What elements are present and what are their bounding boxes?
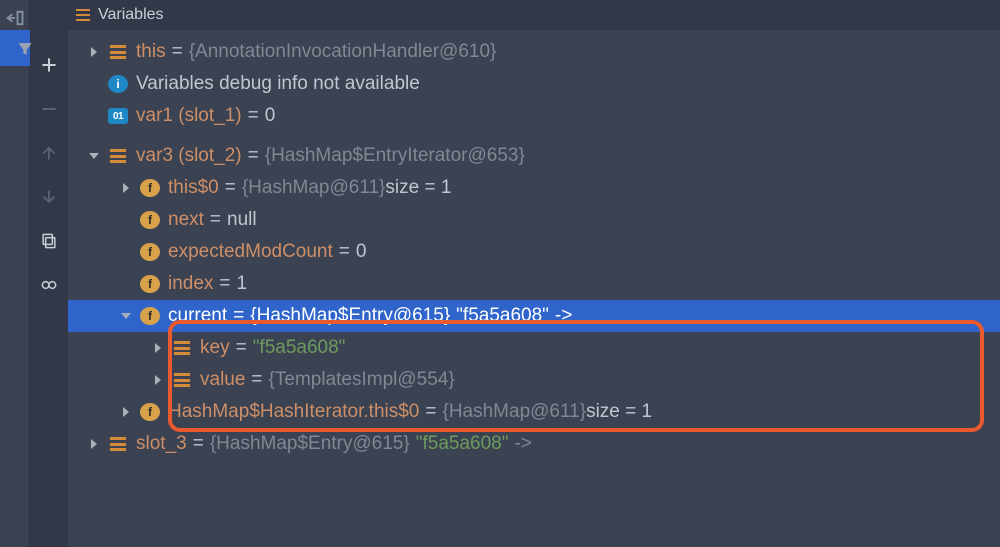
object-icon: [172, 370, 192, 390]
object-icon: [172, 338, 192, 358]
tree-row-this0[interactable]: f this$0 = {HashMap@611} size = 1: [68, 172, 1000, 204]
var-name: this$0: [168, 177, 219, 199]
move-up-button[interactable]: [36, 140, 62, 166]
object-icon: [108, 434, 128, 454]
variables-tree[interactable]: this = {AnnotationInvocationHandler@610}…: [68, 30, 1000, 547]
var-name: value: [200, 369, 245, 391]
expand-toggle[interactable]: [86, 148, 102, 164]
field-icon: f: [140, 179, 160, 197]
move-down-button[interactable]: [36, 184, 62, 210]
var-suffix: size = 1: [586, 401, 652, 423]
var-value: {HashMap$EntryIterator@653}: [265, 145, 525, 167]
var-value: {HashMap@611}: [442, 401, 586, 423]
field-icon: f: [140, 403, 160, 421]
var-name: this: [136, 41, 166, 63]
var-name: HashMap$HashIterator.this$0: [168, 401, 419, 423]
tree-row-key[interactable]: key = "f5a5a608": [68, 332, 1000, 364]
restore-layout-icon[interactable]: [5, 8, 25, 28]
tree-row-current[interactable]: f current = {HashMap$Entry@615} "f5a5a60…: [68, 300, 1000, 332]
var-name: expectedModCount: [168, 241, 333, 263]
tree-row-hhi[interactable]: f HashMap$HashIterator.this$0 = {HashMap…: [68, 396, 1000, 428]
tree-row-value[interactable]: value = {TemplatesImpl@554}: [68, 364, 1000, 396]
field-icon: f: [140, 211, 160, 229]
add-watch-button[interactable]: [36, 52, 62, 78]
tree-row-var1[interactable]: 01 var1 (slot_1) = 0: [68, 100, 1000, 132]
arrow-tail: ->: [514, 433, 531, 455]
var-value: {HashMap@611}: [242, 177, 386, 199]
object-icon: [108, 146, 128, 166]
panel-header: Variables: [68, 0, 1000, 30]
equals-sign: =: [172, 41, 183, 63]
filter-button[interactable]: [12, 36, 38, 62]
object-icon: [108, 42, 128, 62]
info-label: Variables debug info not available: [136, 73, 420, 95]
tree-row-index[interactable]: f index = 1: [68, 268, 1000, 300]
variables-panel-icon: [76, 9, 90, 21]
var-name: next: [168, 209, 204, 231]
tree-row-var3[interactable]: var3 (slot_2) = {HashMap$EntryIterator@6…: [68, 140, 1000, 172]
expand-toggle[interactable]: [150, 372, 166, 388]
show-watches-button[interactable]: [36, 272, 62, 298]
tree-row-slot3[interactable]: slot_3 = {HashMap$Entry@615} "f5a5a608" …: [68, 428, 1000, 460]
var-name: var1 (slot_1): [136, 105, 242, 127]
expand-toggle[interactable]: [86, 44, 102, 60]
remove-watch-button[interactable]: [36, 96, 62, 122]
var-name: key: [200, 337, 230, 359]
expand-toggle[interactable]: [118, 404, 134, 420]
expand-toggle[interactable]: [118, 308, 134, 324]
info-icon: i: [108, 75, 128, 93]
var-value: 0: [265, 105, 276, 127]
tree-row-next[interactable]: f next = null: [68, 204, 1000, 236]
var-name: index: [168, 273, 213, 295]
copy-button[interactable]: [36, 228, 62, 254]
arrow-tail: ->: [555, 305, 572, 327]
primitive-icon: 01: [108, 108, 128, 124]
var-string: "f5a5a608": [456, 305, 549, 327]
tree-row-emc[interactable]: f expectedModCount = 0: [68, 236, 1000, 268]
var-value: {TemplatesImpl@554}: [269, 369, 455, 391]
var-name: var3 (slot_2): [136, 145, 242, 167]
side-toolbar: [30, 0, 68, 547]
var-value: {HashMap$Entry@615}: [250, 305, 450, 327]
expand-toggle[interactable]: [150, 340, 166, 356]
var-value: {AnnotationInvocationHandler@610}: [189, 41, 497, 63]
var-name: current: [168, 305, 227, 327]
expand-toggle[interactable]: [86, 436, 102, 452]
field-icon: f: [140, 307, 160, 325]
var-name: slot_3: [136, 433, 187, 455]
tree-row-info: i Variables debug info not available: [68, 68, 1000, 100]
var-value: null: [227, 209, 257, 231]
panel-title: Variables: [98, 6, 164, 24]
var-value: 0: [356, 241, 367, 263]
var-value: "f5a5a608": [253, 337, 346, 359]
var-suffix: size = 1: [385, 177, 451, 199]
field-icon: f: [140, 275, 160, 293]
var-value: {HashMap$Entry@615}: [210, 433, 410, 455]
expand-toggle[interactable]: [118, 180, 134, 196]
var-string: "f5a5a608": [416, 433, 509, 455]
field-icon: f: [140, 243, 160, 261]
tree-row-this[interactable]: this = {AnnotationInvocationHandler@610}: [68, 36, 1000, 68]
var-value: 1: [237, 273, 248, 295]
left-gutter: [0, 0, 30, 547]
